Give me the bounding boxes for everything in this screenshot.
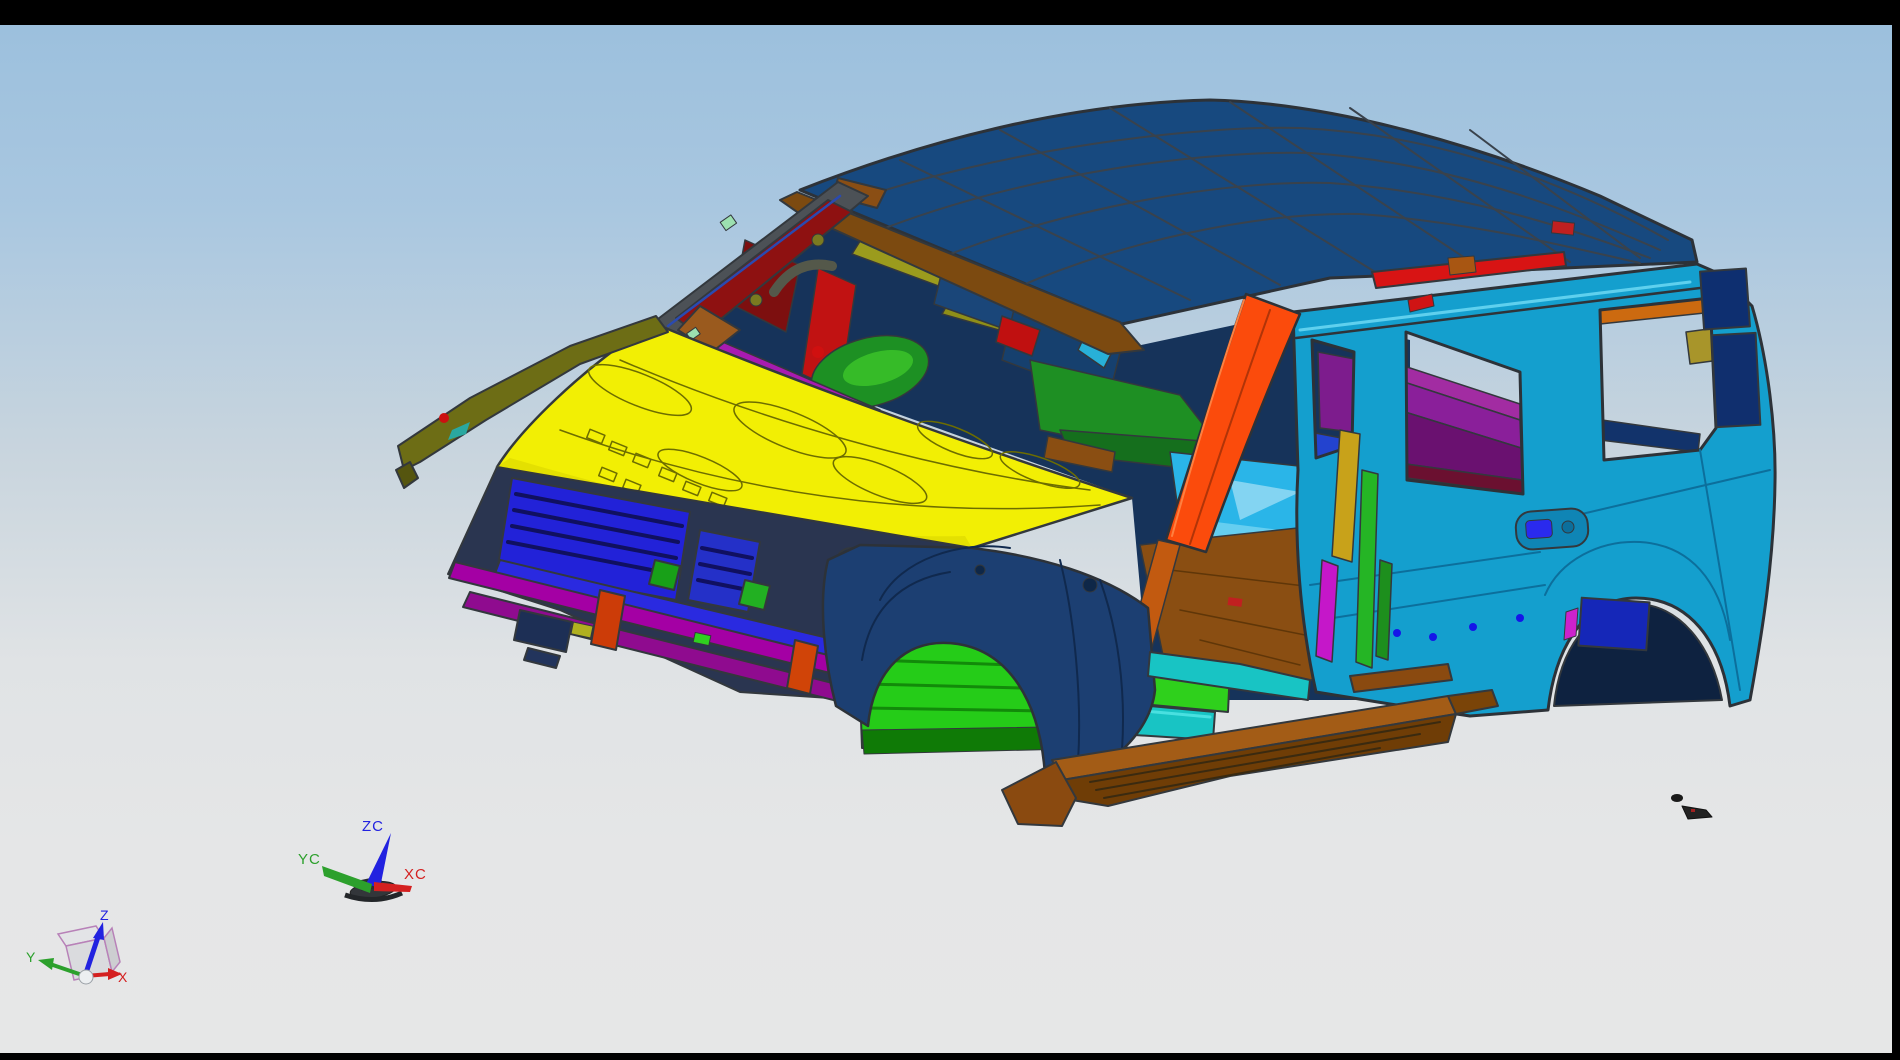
view-y-label: Y [26, 949, 36, 965]
plug-hole-blue [1429, 633, 1437, 641]
wcs-y-label: YC [298, 851, 321, 868]
front-bracket-green[interactable] [739, 580, 770, 610]
right-chrome-bar [1892, 0, 1900, 1060]
view-x-label: X [118, 969, 128, 985]
door-handle-button [1562, 521, 1574, 533]
d-pillar-inner-lower[interactable] [1712, 333, 1761, 427]
a-pillar-grommet [812, 234, 824, 246]
cad-viewport-canvas[interactable]: ZC YC XC Z Y X [0, 0, 1900, 1060]
top-chrome-bar [0, 0, 1900, 25]
d-pillar-inner[interactable] [1700, 268, 1750, 329]
front-bracket-green[interactable] [649, 560, 680, 590]
view-triad-origin[interactable] [79, 970, 93, 984]
plug-hole-blue [1516, 614, 1524, 622]
roof-rear-bracket-red [1551, 221, 1574, 235]
view-z-label: Z [100, 907, 109, 923]
wheelhouse-sliver-magenta [1564, 608, 1578, 640]
wcs-z-label: ZC [362, 818, 384, 835]
plug-hole-blue [1393, 629, 1401, 637]
cowl-dot-red [812, 346, 824, 358]
plug-hole-blue [1469, 623, 1477, 631]
small-part[interactable] [1671, 794, 1683, 802]
door-handle-latch [1525, 519, 1552, 539]
a-pillar-grommet [750, 294, 762, 306]
wcs-x-label: XC [404, 866, 427, 883]
fender-hole [1083, 578, 1097, 592]
fender-hole [975, 565, 985, 575]
cad-application-window: ZC YC XC Z Y X [0, 0, 1900, 1060]
small-part-marker [1691, 809, 1695, 812]
fender-marker-red [439, 413, 449, 423]
belt-strip-brown-seg [1448, 256, 1476, 275]
bottom-chrome-bar [0, 1053, 1900, 1060]
wheelhouse-box[interactable] [1578, 598, 1649, 651]
